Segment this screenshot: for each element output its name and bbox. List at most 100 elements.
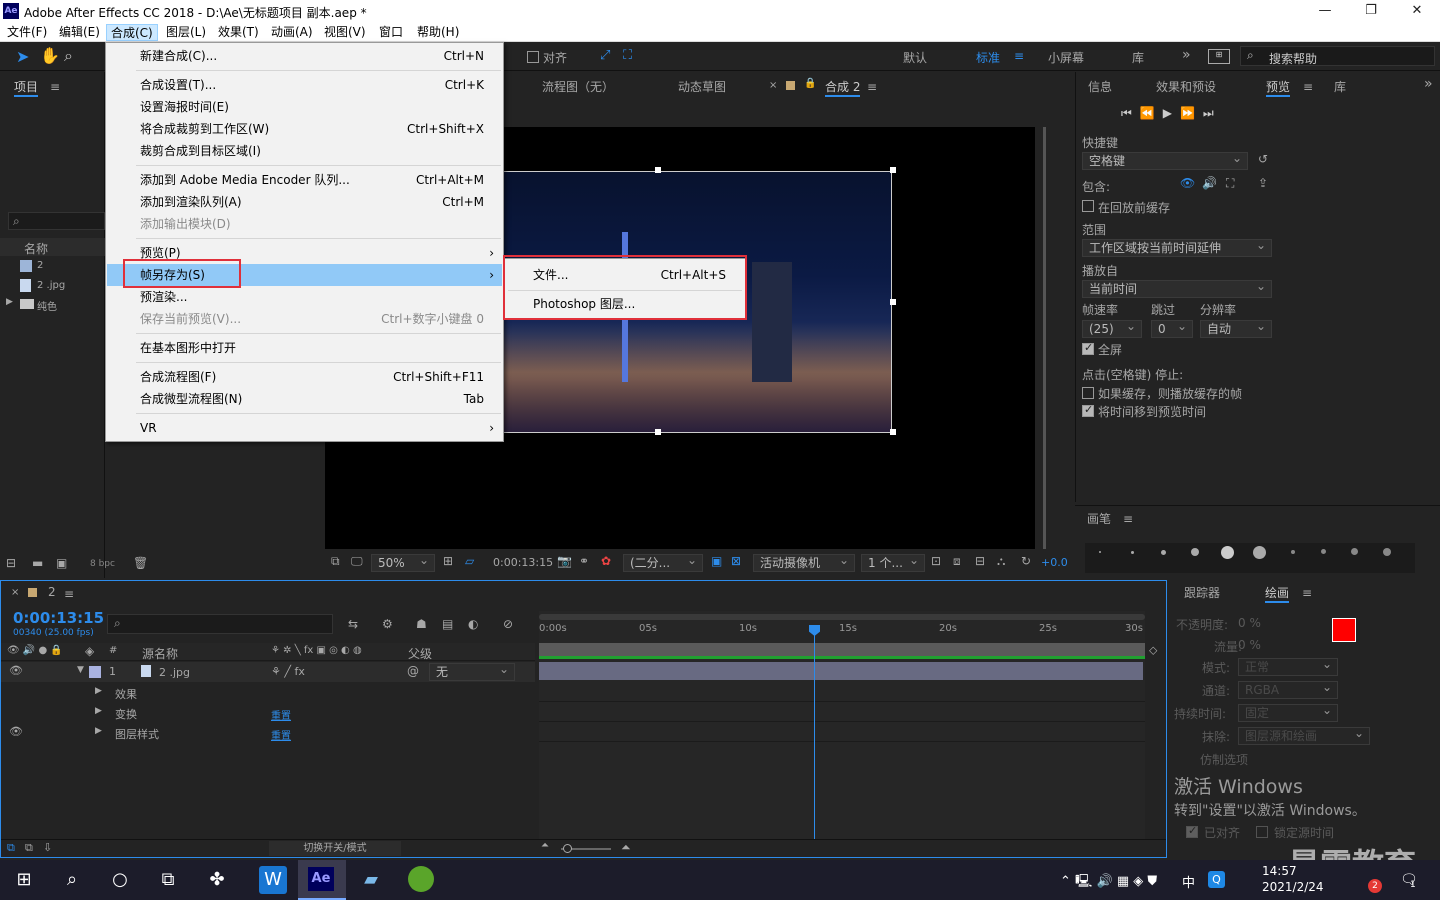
if-cached-checkbox[interactable]	[1082, 387, 1094, 399]
selection-tool-icon[interactable]: ➤	[16, 47, 29, 66]
menu-file[interactable]: 文件(F)	[3, 24, 51, 41]
skip-dropdown[interactable]: 0	[1151, 318, 1193, 338]
reset-link[interactable]: 重置	[271, 707, 291, 722]
menu-item-mini-flowchart[interactable]: 合成微型流程图(N) Tab	[107, 388, 502, 410]
zoom-tool-icon[interactable]: ⌕	[64, 46, 73, 66]
project-tab[interactable]: 项目	[14, 78, 39, 97]
layer-duration-bar[interactable]	[539, 662, 1143, 680]
snap-checkbox[interactable]	[527, 51, 539, 63]
menu-item-comp-settings[interactable]: 合成设置(T)... Ctrl+K	[107, 74, 502, 96]
clock-date[interactable]: 2021/2/24	[1262, 880, 1324, 894]
timeline-tracks[interactable]: 0:00s 05s 10s 15s 20s 25s 30s	[539, 611, 1145, 841]
include-video-icon[interactable]: 👁	[1180, 176, 1195, 190]
export-icon[interactable]: ⇪	[1258, 176, 1268, 190]
workspace-library[interactable]: 库	[1132, 49, 1144, 66]
brush-preset[interactable]	[1131, 551, 1134, 554]
help-search-box[interactable]: ⌕ 搜索帮助	[1240, 46, 1435, 66]
visibility-eye-icon[interactable]: 👁	[9, 725, 23, 738]
maximize-button[interactable]: ❐	[1348, 0, 1394, 22]
menu-view[interactable]: 视图(V)	[320, 24, 370, 41]
new-comp-icon[interactable]: ▣	[56, 556, 67, 570]
tab-flowchart[interactable]: 流程图（无）	[542, 78, 614, 95]
zoom-in-icon[interactable]: ⏶	[621, 840, 631, 855]
snap-edges-icon[interactable]: ⤢	[600, 48, 610, 63]
fast-previews-icon[interactable]: ⧈	[953, 554, 961, 569]
app-icon[interactable]: ✤	[203, 866, 231, 894]
menu-item-pre-render[interactable]: 预渲染...	[107, 286, 502, 308]
watermelon-app-icon[interactable]	[408, 866, 434, 892]
comp-flowchart-icon[interactable]: ⇆	[348, 617, 358, 631]
menu-item-open-in-essential-graphics[interactable]: 在基本图形中打开	[107, 337, 502, 359]
aligned-checkbox[interactable]	[1186, 824, 1198, 838]
brush-preset[interactable]	[1291, 550, 1295, 554]
lock-icon[interactable]: 🔒	[804, 78, 816, 89]
visibility-eye-icon[interactable]: 👁	[9, 664, 23, 677]
reset-icon[interactable]: ↺	[1258, 152, 1268, 166]
brush-preset[interactable]	[1191, 548, 1199, 556]
zoom-slider-handle[interactable]	[563, 844, 572, 853]
snap-features-icon[interactable]: ⛶	[623, 48, 632, 63]
layer-property-row[interactable]: 👁 ▶ 图层样式 重置	[1, 723, 535, 743]
duration-dropdown[interactable]: 固定	[1238, 702, 1338, 722]
motion-blur-icon[interactable]: ◐	[468, 617, 478, 631]
transform-handle[interactable]	[890, 299, 896, 305]
tab-preview[interactable]: 预览	[1266, 78, 1291, 97]
ime-indicator[interactable]: 中	[1182, 872, 1195, 891]
notepad-icon[interactable]: ▰	[357, 866, 385, 894]
comp-button-icon[interactable]: ⬦	[1149, 643, 1157, 658]
system-tray-icons[interactable]: ⌃ 🖳 🔊 ▦ ◈ ⛊	[1060, 872, 1157, 894]
brush-preset[interactable]	[1351, 548, 1358, 555]
tab-paint[interactable]: 绘画	[1265, 584, 1290, 603]
brush-menu-icon[interactable]: ≡	[1123, 512, 1133, 526]
mode-dropdown[interactable]: 正常	[1238, 656, 1338, 676]
expand-in-out-icon[interactable]: ⇩	[43, 841, 52, 854]
snapshot-icon[interactable]: 📷	[557, 554, 572, 568]
switches-column-icons[interactable]: ⚘ ✲ ╲ fx ▣ ◎ ◐ ◍	[271, 645, 362, 656]
layer-switches[interactable]: ⚘ ╱ fx	[271, 665, 305, 678]
zoom-out-icon[interactable]: ⏶	[541, 840, 549, 851]
minimize-button[interactable]: —	[1302, 0, 1348, 22]
tab-brush[interactable]: 画笔	[1087, 510, 1111, 527]
project-item[interactable]: ▶ 纯色	[0, 296, 105, 314]
time-ruler[interactable]: 0:00s 05s 10s 15s 20s 25s 30s	[539, 623, 1145, 641]
channel-dropdown[interactable]: RGBA	[1238, 679, 1338, 699]
toggle-pixel-aspect-icon[interactable]: ⊡	[931, 554, 941, 568]
tab-info[interactable]: 信息	[1088, 78, 1112, 95]
expand-icon[interactable]: ▶	[95, 706, 102, 716]
frame-blending-icon[interactable]: ▤	[442, 617, 453, 631]
workspace-menu-icon[interactable]: ≡	[1014, 49, 1024, 63]
layer-name[interactable]: 2 .jpg	[159, 666, 190, 679]
folder-expand-icon[interactable]: ▶	[6, 297, 13, 307]
menu-effect[interactable]: 效果(T)	[214, 24, 263, 41]
foreground-color-swatch[interactable]	[1332, 618, 1356, 642]
safe-zones-icon[interactable]: ⊞	[443, 554, 453, 568]
layer-row[interactable]: 👁 ▼ 1 2 .jpg ⚘ ╱ fx @ 无	[1, 661, 535, 682]
menu-item-add-to-render-queue[interactable]: 添加到渲染队列(A) Ctrl+M	[107, 191, 502, 213]
layer-property-row[interactable]: ▶ 变换 重置	[1, 703, 535, 723]
tab-composition-2[interactable]: 合成 2	[825, 78, 861, 97]
brush-presets[interactable]	[1085, 543, 1415, 573]
menu-item-comp-flowchart[interactable]: 合成流程图(F) Ctrl+Shift+F11	[107, 366, 502, 388]
expand-modes-icon[interactable]: ⧉	[25, 841, 33, 855]
include-audio-icon[interactable]: 🔊	[1202, 176, 1217, 190]
brush-preset[interactable]	[1321, 549, 1326, 554]
preview-menu-icon[interactable]: ≡	[1303, 80, 1313, 94]
brush-preset[interactable]	[1253, 546, 1266, 559]
task-view-icon[interactable]: ⧉	[154, 866, 182, 894]
clock-time[interactable]: 14:57	[1262, 864, 1297, 878]
time-navigator[interactable]	[539, 614, 1145, 620]
erase-dropdown[interactable]: 图层源和绘画	[1238, 725, 1370, 745]
close-button[interactable]: ✕	[1394, 0, 1440, 22]
timeline-search-input[interactable]: ⌕	[107, 614, 333, 634]
resolution-dropdown[interactable]: (二分...	[623, 552, 703, 572]
viewer-timecode[interactable]: 0:00:13:15	[493, 556, 553, 569]
hand-tool-icon[interactable]: ✋	[40, 46, 60, 65]
label-column-icon[interactable]: ◈	[85, 644, 94, 658]
range-dropdown[interactable]: 工作区域按当前时间延伸	[1082, 237, 1272, 257]
fullscreen-checkbox[interactable]	[1082, 341, 1094, 355]
draft-3d-icon[interactable]: ⚙	[382, 617, 393, 631]
camera-dropdown[interactable]: 活动摄像机	[753, 552, 855, 572]
cortana-icon[interactable]: ○	[106, 866, 134, 894]
transparency-grid-icon[interactable]: ⊠	[731, 554, 741, 568]
move-time-checkbox[interactable]	[1082, 403, 1094, 417]
